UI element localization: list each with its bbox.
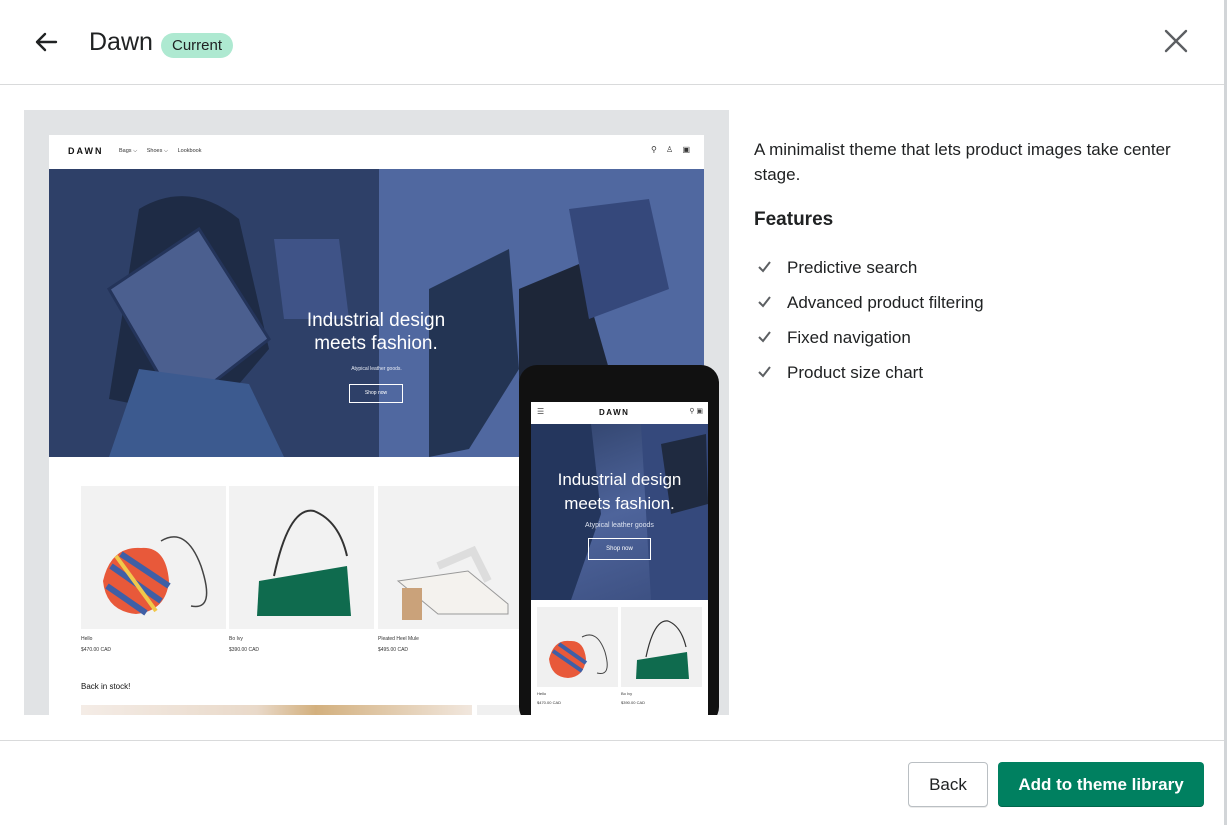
back-in-stock-heading: Back in stock! <box>81 682 131 691</box>
product-image <box>81 486 226 629</box>
product-image <box>229 486 374 629</box>
mobile-hero-title-line: Industrial design <box>557 470 682 489</box>
product-name: Pleated Heel Mule <box>378 636 419 642</box>
product-image <box>537 607 618 687</box>
checkmark-icon <box>758 366 771 378</box>
features-heading: Features <box>754 209 834 230</box>
back-arrow-icon[interactable] <box>30 28 62 56</box>
checkmark-icon <box>758 331 771 343</box>
add-to-theme-library-button[interactable]: Add to theme library <box>998 762 1204 807</box>
product-card: Hello $470.00 CAD <box>81 486 226 653</box>
product-price: $470.00 CAD <box>81 647 112 653</box>
feature-label: Predictive search <box>787 258 918 277</box>
feature-label: Advanced product filtering <box>787 293 984 312</box>
back-in-stock-image <box>81 705 472 715</box>
desktop-hero-title: Industrial design meets fashion. <box>291 309 461 355</box>
checkmark-icon <box>758 296 771 308</box>
desktop-hero-title-line: Industrial design <box>306 310 446 331</box>
feature-label: Fixed navigation <box>787 328 911 347</box>
product-price: $495.00 CAD <box>378 647 409 653</box>
desktop-nav-icons: ⚲ ♙ ▣ <box>644 145 690 154</box>
mobile-screen: ☰ DAWN ⚲ ▣ Industrial design meets fashi… <box>531 402 708 715</box>
feature-item: Predictive search <box>754 255 984 290</box>
feature-item: Product size chart <box>754 360 984 395</box>
mobile-product-card: Hello $470.00 CAD <box>537 607 618 705</box>
cart-icon: ▣ <box>682 145 690 154</box>
product-image <box>621 607 702 687</box>
mobile-preview: ☰ DAWN ⚲ ▣ Industrial design meets fashi… <box>519 365 719 715</box>
feature-item: Fixed navigation <box>754 325 984 360</box>
product-price: $470.00 CAD <box>537 700 562 705</box>
product-price: $390.00 CAD <box>229 647 260 653</box>
mobile-hero-title: Industrial design meets fashion. <box>541 468 698 516</box>
desktop-logo: DAWN <box>68 146 104 156</box>
desktop-hero-subtitle: Atypical leather goods. <box>351 366 402 372</box>
mobile-nav-icons: ⚲ ▣ <box>689 408 703 415</box>
theme-preview-modal: Dawn Current DAWN Bags ⌵ Shoes ⌵ Lookboo… <box>0 0 1227 825</box>
features-list: Predictive search Advanced product filte… <box>754 255 984 395</box>
mobile-hero: Industrial design meets fashion. Atypica… <box>531 424 708 600</box>
current-badge: Current <box>161 33 234 58</box>
product-price: $390.00 CAD <box>621 700 646 705</box>
back-button[interactable]: Back <box>908 762 988 807</box>
product-name: Hello <box>537 691 547 696</box>
close-icon[interactable] <box>1161 26 1191 56</box>
theme-preview-image: DAWN Bags ⌵ Shoes ⌵ Lookbook ⚲ ♙ ▣ Indus… <box>24 110 729 715</box>
product-name: Bo Ivy <box>229 636 243 642</box>
menu-icon: ☰ <box>537 407 545 416</box>
theme-description: A minimalist theme that lets product ima… <box>754 140 1171 184</box>
feature-item: Advanced product filtering <box>754 290 984 325</box>
search-icon: ⚲ <box>650 145 657 154</box>
product-name: Bo Ivy <box>621 691 633 696</box>
mobile-logo: DAWN <box>599 408 630 417</box>
mobile-hero-subtitle: Atypical leather goods <box>585 522 654 529</box>
product-image <box>378 486 523 629</box>
desktop-menu-item: Lookbook <box>177 148 202 154</box>
checkmark-icon <box>758 261 771 273</box>
modal-header: Dawn Current <box>0 0 1227 85</box>
desktop-menu-item: Bags ⌵ <box>119 148 138 154</box>
feature-label: Product size chart <box>787 363 924 382</box>
mobile-nav: ☰ DAWN ⚲ ▣ <box>531 402 708 424</box>
desktop-nav: DAWN Bags ⌵ Shoes ⌵ Lookbook ⚲ ♙ ▣ <box>49 135 704 169</box>
desktop-hero-title-line: meets fashion. <box>314 333 438 354</box>
modal-footer: Back Add to theme library <box>0 740 1227 825</box>
mobile-product-card: Bo Ivy $390.00 CAD <box>621 607 702 705</box>
mobile-shop-now-button: Shop now <box>588 538 651 560</box>
theme-title: Dawn <box>89 28 153 56</box>
desktop-shop-now-button: Shop now <box>349 384 403 403</box>
desktop-menu: Bags ⌵ Shoes ⌵ Lookbook <box>119 148 209 155</box>
product-card: Pleated Heel Mule $495.00 CAD <box>378 486 523 653</box>
product-card: Bo Ivy $390.00 CAD <box>229 486 374 653</box>
product-name: Hello <box>81 636 93 642</box>
desktop-menu-item: Shoes ⌵ <box>146 148 169 154</box>
account-icon: ♙ <box>666 145 674 154</box>
mobile-hero-title-line: meets fashion. <box>564 494 675 513</box>
